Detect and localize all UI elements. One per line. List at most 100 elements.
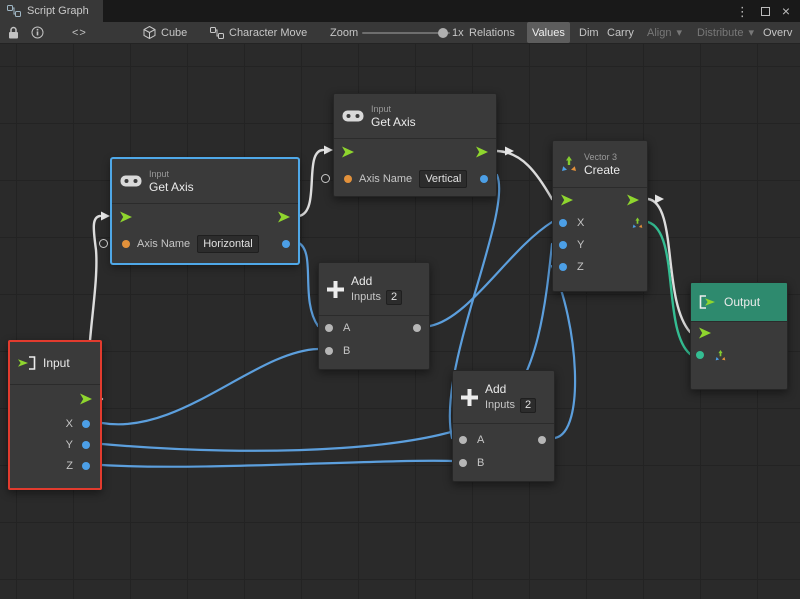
flow-row <box>553 188 647 212</box>
output-port-x[interactable] <box>82 420 90 428</box>
node-add-2[interactable]: Add Inputs 2 A B <box>452 370 555 482</box>
object-breadcrumb[interactable]: Cube <box>143 22 187 43</box>
port-label: Z <box>577 261 584 273</box>
node-category: Input <box>149 169 194 180</box>
result-output-port[interactable] <box>282 240 290 248</box>
axis-name-input-port[interactable] <box>321 174 330 183</box>
flow-out-port[interactable] <box>476 147 488 158</box>
string-type-icon <box>344 175 352 183</box>
node-header: Output <box>691 283 787 321</box>
inputs-label: Inputs <box>485 399 515 411</box>
port-label: B <box>343 345 350 357</box>
node-add-1[interactable]: Add Inputs 2 A B <box>318 262 430 370</box>
port-row-b: B <box>453 451 554 474</box>
tab-title: Script Graph <box>27 5 89 17</box>
axis-name-row: Axis Name Vertical <box>334 165 496 193</box>
flow-out-port[interactable] <box>80 394 92 405</box>
script-graph-icon <box>7 5 21 17</box>
axis-name-field[interactable]: Horizontal <box>197 235 259 253</box>
carry-button[interactable]: Carry <box>602 22 639 43</box>
close-icon[interactable]: × <box>782 4 790 18</box>
zoom-slider-track[interactable] <box>362 32 450 34</box>
node-title: Input <box>43 356 70 370</box>
graph-breadcrumb[interactable]: Character Move <box>210 22 307 43</box>
input-icon <box>18 356 36 370</box>
port-label: Axis Name <box>359 173 412 185</box>
chevron-down-icon: ▾ <box>676 26 682 39</box>
node-header: Add Inputs 2 <box>453 371 554 423</box>
input-port-a[interactable] <box>459 436 467 444</box>
inputs-count-field[interactable]: 2 <box>386 290 402 305</box>
output-port-y[interactable] <box>82 441 90 449</box>
flow-in-port[interactable] <box>120 212 132 223</box>
distribute-label: Distribute <box>697 27 743 39</box>
input-port-y[interactable] <box>559 241 567 249</box>
script-graph-icon <box>210 27 224 39</box>
port-label: A <box>477 434 484 446</box>
node-get-axis-vertical[interactable]: Input Get Axis Axis Name Vertical <box>333 93 497 197</box>
input-port-z[interactable] <box>559 263 567 271</box>
inputs-count-field[interactable]: 2 <box>520 398 536 413</box>
port-row-y: Y <box>10 434 100 455</box>
vector3-type-icon <box>715 350 726 361</box>
flow-in-port[interactable] <box>342 147 354 158</box>
input-port-b[interactable] <box>459 459 467 467</box>
output-port-z[interactable] <box>82 462 90 470</box>
node-category: Input <box>371 104 416 115</box>
relations-button[interactable]: Relations <box>464 22 520 43</box>
dim-button[interactable]: Dim <box>574 22 604 43</box>
vector-input-row <box>691 344 787 366</box>
node-header: Vector 3 Create <box>553 141 647 187</box>
port-label: X <box>66 418 73 430</box>
input-port-b[interactable] <box>325 347 333 355</box>
plus-icon <box>461 389 478 406</box>
port-label: Y <box>66 439 73 451</box>
node-title: Add <box>485 382 536 396</box>
port-row-x: X <box>10 413 100 434</box>
gamepad-icon <box>120 174 142 188</box>
zoom-slider[interactable] <box>362 22 450 43</box>
zoom-value: 1x <box>452 22 464 43</box>
axis-name-field[interactable]: Vertical <box>419 170 467 188</box>
vector3-icon <box>561 156 577 172</box>
port-row-a: A <box>453 428 554 451</box>
input-port-a[interactable] <box>325 324 333 332</box>
input-port-x[interactable] <box>559 219 567 227</box>
node-input[interactable]: Input X Y Z <box>8 340 102 490</box>
vector3-input-port[interactable] <box>696 351 704 359</box>
port-label: Y <box>577 239 584 251</box>
overview-button[interactable]: Overv <box>758 22 797 43</box>
values-button[interactable]: Values <box>527 22 570 43</box>
gamepad-icon <box>342 109 364 123</box>
lock-icon[interactable] <box>8 22 19 43</box>
node-output[interactable]: Output <box>690 282 788 390</box>
vector3-output-port[interactable] <box>632 218 643 229</box>
align-dropdown[interactable]: Align ▾ <box>642 22 687 43</box>
port-row-a: A <box>319 316 429 339</box>
maximize-icon[interactable] <box>761 7 770 16</box>
sum-output-port[interactable] <box>413 324 421 332</box>
node-get-axis-horizontal[interactable]: Input Get Axis Axis Name Horizontal <box>111 158 299 264</box>
flow-in-port[interactable] <box>561 195 573 206</box>
align-label: Align <box>647 27 671 39</box>
code-icon[interactable]: <> <box>72 22 87 43</box>
node-header: Input <box>10 342 100 384</box>
distribute-dropdown[interactable]: Distribute▾ <box>692 22 759 43</box>
zoom-slider-handle[interactable] <box>438 28 448 38</box>
port-label: Z <box>66 460 73 472</box>
flow-row <box>10 385 100 413</box>
flow-out-port[interactable] <box>278 212 290 223</box>
sum-output-port[interactable] <box>538 436 546 444</box>
info-icon[interactable] <box>31 22 44 43</box>
axis-name-input-port[interactable] <box>99 239 108 248</box>
menu-icon[interactable]: ⋮ <box>736 5 749 18</box>
result-output-port[interactable] <box>480 175 488 183</box>
plus-icon <box>327 281 344 298</box>
tab-bar: Script Graph ⋮ × <box>0 0 800 22</box>
port-row-b: B <box>319 339 429 362</box>
flow-out-port[interactable] <box>627 195 639 206</box>
node-title: Get Axis <box>149 180 194 194</box>
flow-in-port[interactable] <box>699 328 711 339</box>
tab-script-graph[interactable]: Script Graph <box>0 0 103 22</box>
node-vector3-create[interactable]: Vector 3 Create X Y Z <box>552 140 648 292</box>
